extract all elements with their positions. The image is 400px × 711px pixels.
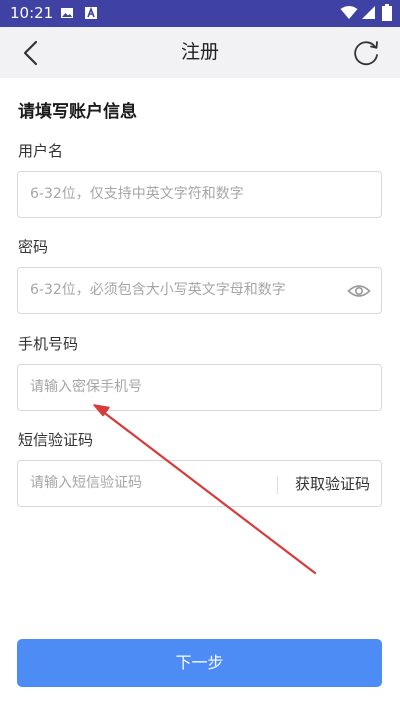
field-divider bbox=[277, 476, 278, 494]
phone-label: 手机号码 bbox=[18, 335, 79, 353]
sms-code-label: 短信验证码 bbox=[18, 431, 94, 449]
password-placeholder: 6-32位，必须包含大小写英文字母和数字 bbox=[30, 282, 286, 298]
username-input[interactable]: 6-32位，仅支持中英文字符和数字 bbox=[17, 171, 382, 218]
wifi-icon bbox=[340, 6, 358, 19]
phone-input[interactable]: 请输入密保手机号 bbox=[17, 364, 382, 411]
sms-code-placeholder: 请输入短信验证码 bbox=[30, 475, 142, 491]
next-button[interactable]: 下一步 bbox=[17, 639, 382, 687]
username-label: 用户名 bbox=[18, 142, 64, 160]
image-icon bbox=[61, 8, 73, 18]
password-label: 密码 bbox=[18, 238, 49, 256]
battery-icon bbox=[382, 4, 392, 21]
section-title: 请填写账户信息 bbox=[18, 102, 137, 122]
a-icon bbox=[85, 6, 97, 19]
refresh-icon[interactable] bbox=[352, 38, 382, 68]
phone-placeholder: 请输入密保手机号 bbox=[30, 379, 142, 395]
page-title: 注册 bbox=[180, 41, 219, 63]
username-placeholder: 6-32位，仅支持中英文字符和数字 bbox=[30, 186, 244, 202]
nav-bar: 注册 bbox=[0, 27, 400, 78]
sms-code-input[interactable]: 请输入短信验证码 获取验证码 bbox=[17, 460, 382, 507]
signal-icon bbox=[362, 6, 375, 19]
eye-icon[interactable] bbox=[347, 281, 371, 301]
password-input[interactable]: 6-32位，必须包含大小写英文字母和数字 bbox=[17, 267, 382, 314]
get-code-button[interactable]: 获取验证码 bbox=[295, 475, 370, 493]
status-time: 10:21 bbox=[10, 4, 54, 22]
status-bar: 10:21 bbox=[0, 0, 400, 27]
